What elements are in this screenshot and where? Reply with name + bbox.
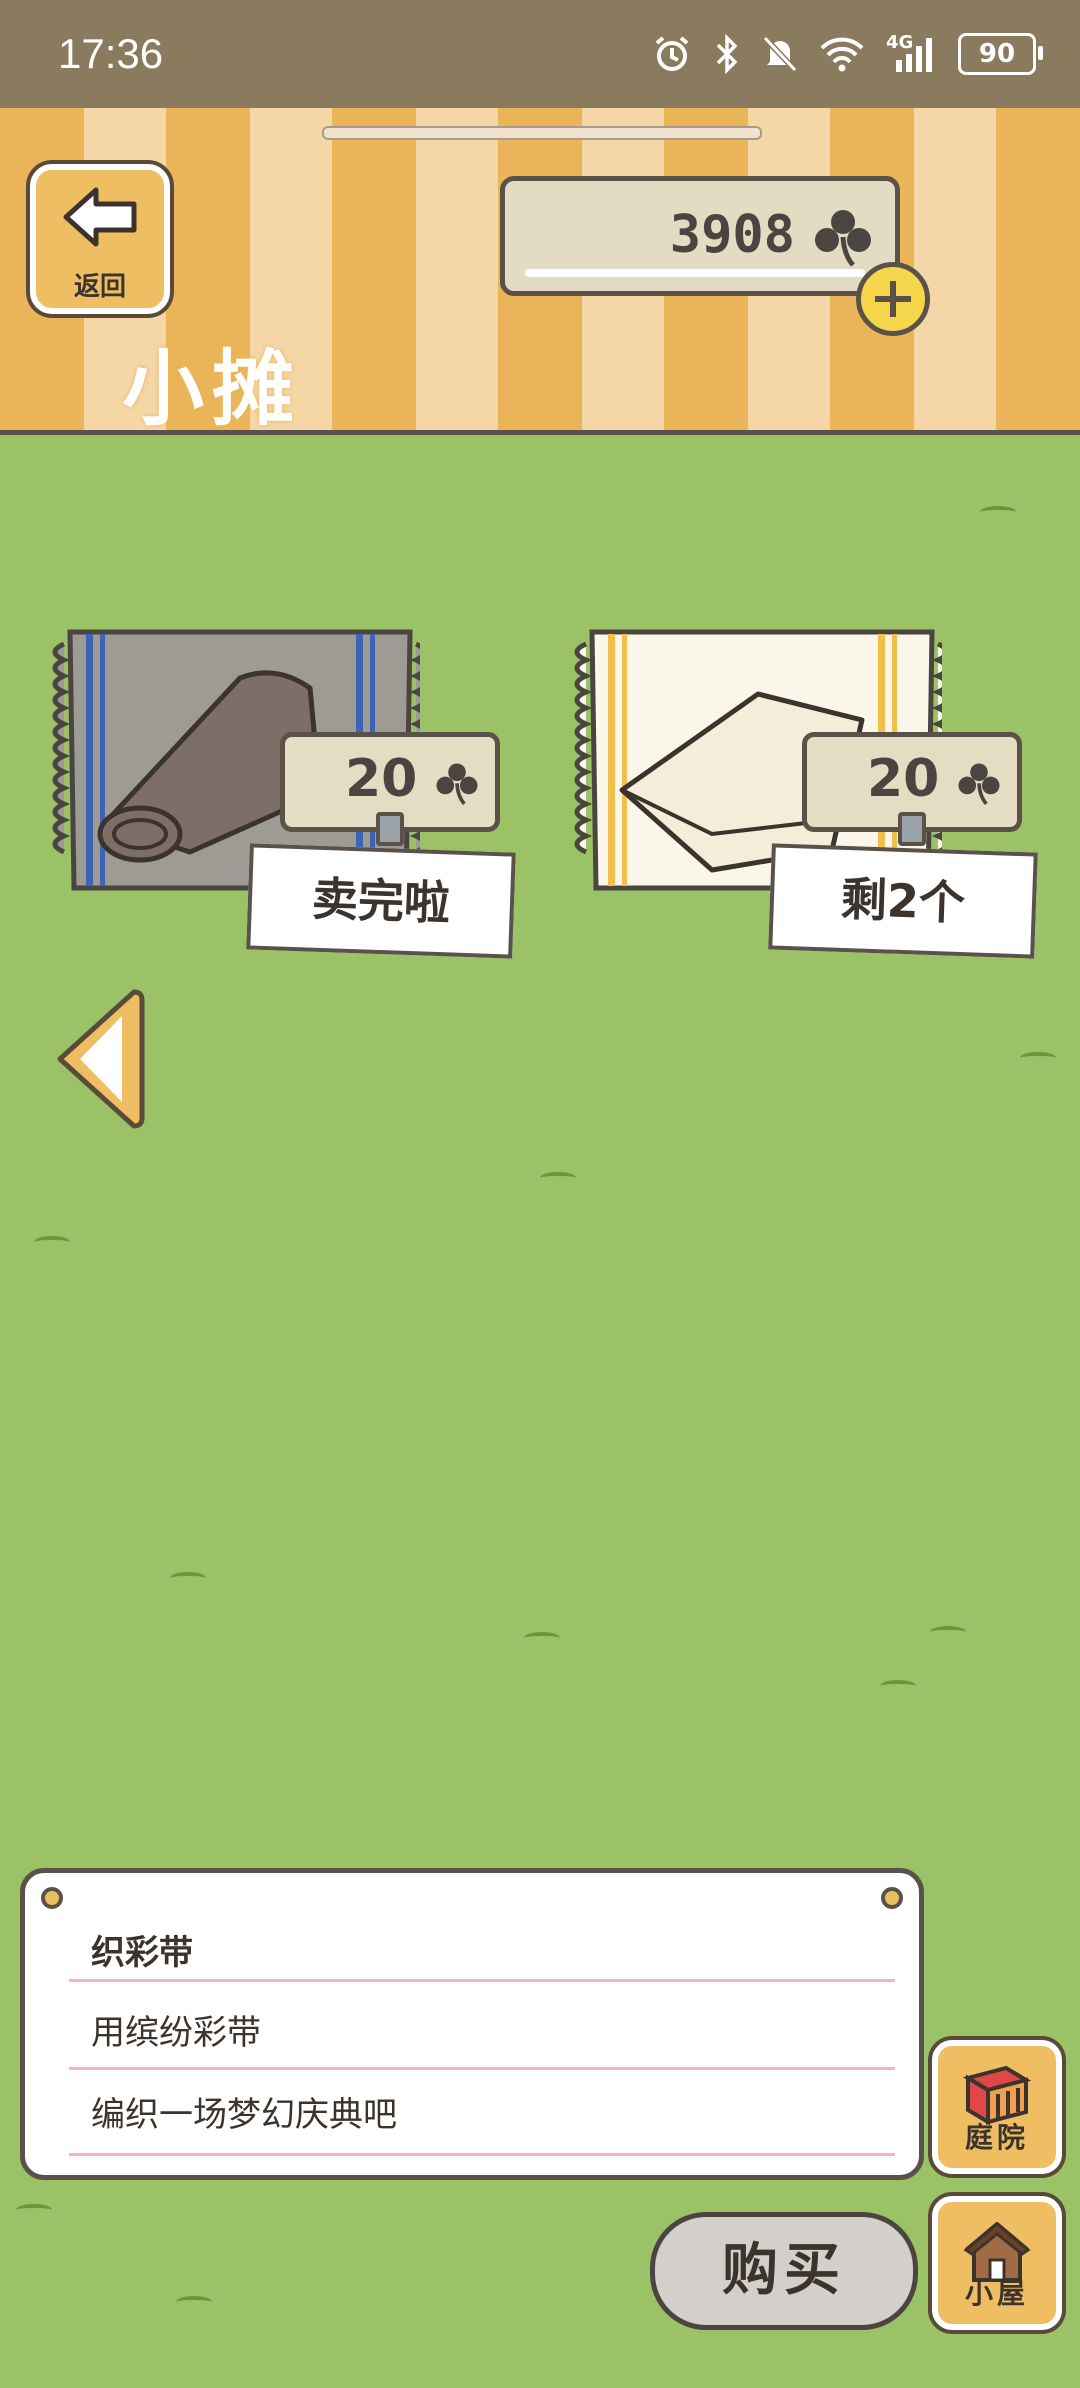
status-icons: 4G 90 (652, 28, 1043, 80)
grass-tuft (880, 1680, 916, 1692)
grass-tuft (930, 1626, 966, 1638)
grass-tuft (1020, 1052, 1056, 1064)
grass-tuft (980, 506, 1016, 518)
tag-pin (376, 812, 404, 846)
clover-icon (815, 210, 871, 267)
grass-tuft (540, 1172, 576, 1184)
mute-icon (762, 35, 798, 73)
buy-button[interactable]: 购买 (650, 2212, 918, 2330)
currency-value: 3908 (669, 205, 795, 265)
item-description-line-1: 用缤纷彩带 (91, 2013, 261, 2053)
house-button[interactable]: 小屋 (932, 2196, 1062, 2330)
item-description-line-2: 编织一场梦幻庆典吧 (91, 2095, 397, 2135)
signal-icon (896, 38, 932, 72)
currency-display: 3908 (500, 176, 900, 296)
grass-tuft (16, 2204, 52, 2216)
cellular-signal: 4G (886, 32, 936, 74)
item-name: 织彩带 (91, 1933, 193, 1973)
status-time: 17:36 (58, 30, 164, 77)
currency-highlight (525, 269, 865, 277)
back-label: 返回 (73, 272, 126, 302)
bluetooth-icon (716, 34, 738, 74)
drag-handle[interactable] (322, 126, 762, 140)
tag-pin (898, 812, 926, 846)
house-label: 小屋 (964, 2277, 1029, 2310)
item-description-board: 织彩带 用缤纷彩带 编织一场梦幻庆典吧 (20, 1868, 924, 2180)
board-nail (41, 1887, 63, 1909)
wifi-icon (820, 37, 864, 72)
yard-label: 庭院 (964, 2121, 1029, 2154)
stock-status-2: 剩2个 (768, 843, 1038, 959)
clover-icon (436, 763, 478, 806)
ruled-line (69, 2153, 895, 2156)
price-value-1: 20 (345, 749, 418, 809)
clover-icon (958, 763, 1000, 806)
grass-tuft (170, 1572, 206, 1584)
grass-tuft (176, 2296, 212, 2308)
ruled-line (69, 1979, 895, 1982)
status-bar: 17:36 4G 90 (0, 0, 1080, 108)
board-nail (881, 1887, 903, 1909)
stock-status-1: 卖完啦 (246, 843, 516, 959)
grass-tuft (524, 1632, 560, 1644)
ruled-line (69, 2067, 895, 2070)
previous-page-arrow-icon[interactable] (52, 986, 146, 1132)
back-arrow-icon (63, 187, 137, 247)
yard-button[interactable]: 庭院 (932, 2040, 1062, 2174)
alarm-icon (655, 36, 689, 71)
grass-tuft (34, 1236, 70, 1248)
battery-indicator: 90 (958, 33, 1043, 75)
back-button[interactable]: 返回 (30, 164, 170, 314)
battery-level: 90 (978, 39, 1016, 69)
price-value-2: 20 (867, 749, 940, 809)
add-currency-button[interactable] (856, 262, 930, 336)
page-title: 小摊 (122, 342, 303, 437)
